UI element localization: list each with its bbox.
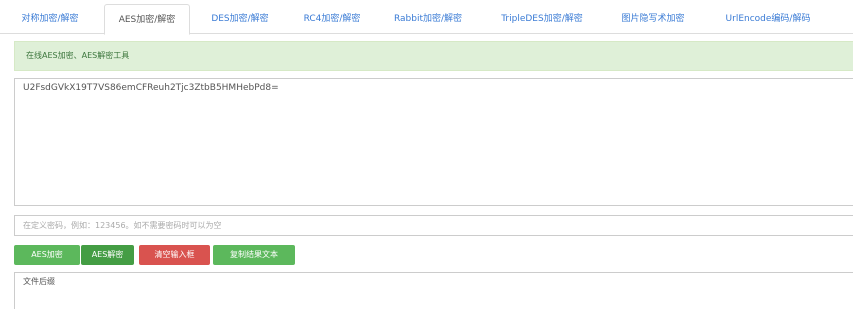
main-textarea-value: U2FsdGVkX19T7VS86emCFReuh2Tjc3ZtbB5HMHeb… [23, 83, 279, 93]
aes-encrypt-button[interactable]: AES加密 [14, 245, 80, 265]
tab-tripledes[interactable]: TripleDES加密/解密 [486, 4, 598, 34]
tab-des[interactable]: DES加密/解密 [202, 4, 278, 34]
aes-decrypt-button[interactable]: AES解密 [81, 245, 134, 265]
output-placeholder: 文件后缀 [23, 277, 55, 286]
password-input[interactable]: 在定义密码，例如：123456。如不需要密码时可以为空 [14, 215, 853, 236]
tab-steganography[interactable]: 图片隐写术加密 [608, 4, 698, 34]
tab-urlencode[interactable]: UrlEncode编码/解码 [706, 4, 830, 34]
tab-rabbit[interactable]: Rabbit加密/解密 [382, 4, 474, 34]
tab-rc4[interactable]: RC4加密/解密 [294, 4, 370, 34]
copy-result-button[interactable]: 复制结果文本 [213, 245, 295, 265]
main-textarea[interactable]: U2FsdGVkX19T7VS86emCFReuh2Tjc3ZtbB5HMHeb… [14, 78, 853, 206]
password-placeholder: 在定义密码，例如：123456。如不需要密码时可以为空 [23, 221, 222, 230]
alert-text: 在线AES加密、AES解密工具 [26, 51, 130, 60]
info-alert: 在线AES加密、AES解密工具 [14, 41, 853, 71]
tab-aes[interactable]: AES加密/解密 [104, 4, 190, 35]
tab-symmetric[interactable]: 对称加密/解密 [14, 4, 86, 34]
tab-bar: 对称加密/解密 AES加密/解密 DES加密/解密 RC4加密/解密 Rabbi… [0, 0, 853, 35]
clear-input-button[interactable]: 清空输入框 [139, 245, 210, 265]
output-textarea[interactable]: 文件后缀 [14, 272, 853, 309]
